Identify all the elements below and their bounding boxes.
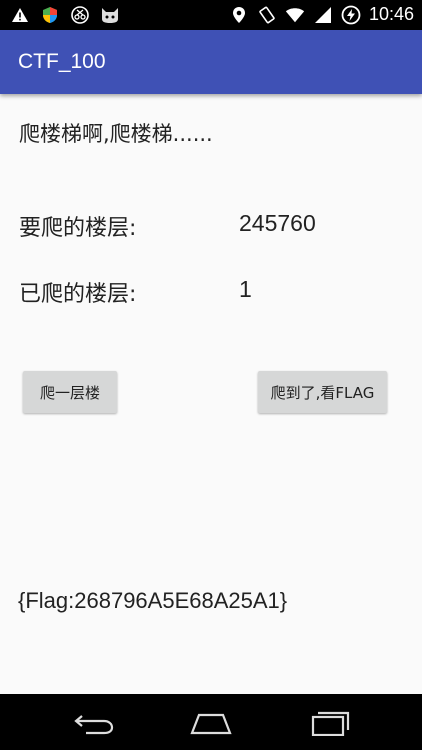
home-icon[interactable] [189, 710, 233, 736]
signal-icon [313, 5, 333, 25]
rotate-icon [257, 5, 277, 25]
location-icon [229, 5, 249, 25]
warning-icon [10, 5, 30, 25]
status-time: 10:46 [368, 4, 414, 24]
wifi-icon [285, 5, 305, 25]
back-icon[interactable] [72, 710, 116, 736]
app-title: CTF_100 [18, 50, 106, 73]
climb-one-floor-button[interactable]: 爬一层楼 [23, 371, 117, 413]
recents-icon[interactable] [308, 710, 352, 737]
main-content: 爬楼梯啊,爬楼梯...... 要爬的楼层: 245760 已爬的楼层: 1 爬一… [0, 94, 422, 694]
show-flag-button[interactable]: 爬到了,看FLAG [258, 371, 387, 413]
battery-icon [341, 5, 361, 25]
shield-icon [40, 5, 60, 25]
app-bar: CTF_100 [0, 30, 422, 94]
climbed-floors-label: 已爬的楼层: [19, 282, 137, 307]
headline-text: 爬楼梯啊,爬楼梯...... [19, 122, 213, 146]
cat-icon [100, 5, 120, 25]
navigation-bar [0, 694, 422, 750]
scissors-icon [70, 5, 90, 25]
climbed-floors-value: 1 [239, 276, 252, 302]
target-floors-label: 要爬的楼层: [19, 216, 137, 241]
flag-text: {Flag:268796A5E68A25A1} [18, 588, 288, 613]
status-bar: 10:46 [0, 0, 422, 30]
target-floors-value: 245760 [239, 210, 316, 236]
